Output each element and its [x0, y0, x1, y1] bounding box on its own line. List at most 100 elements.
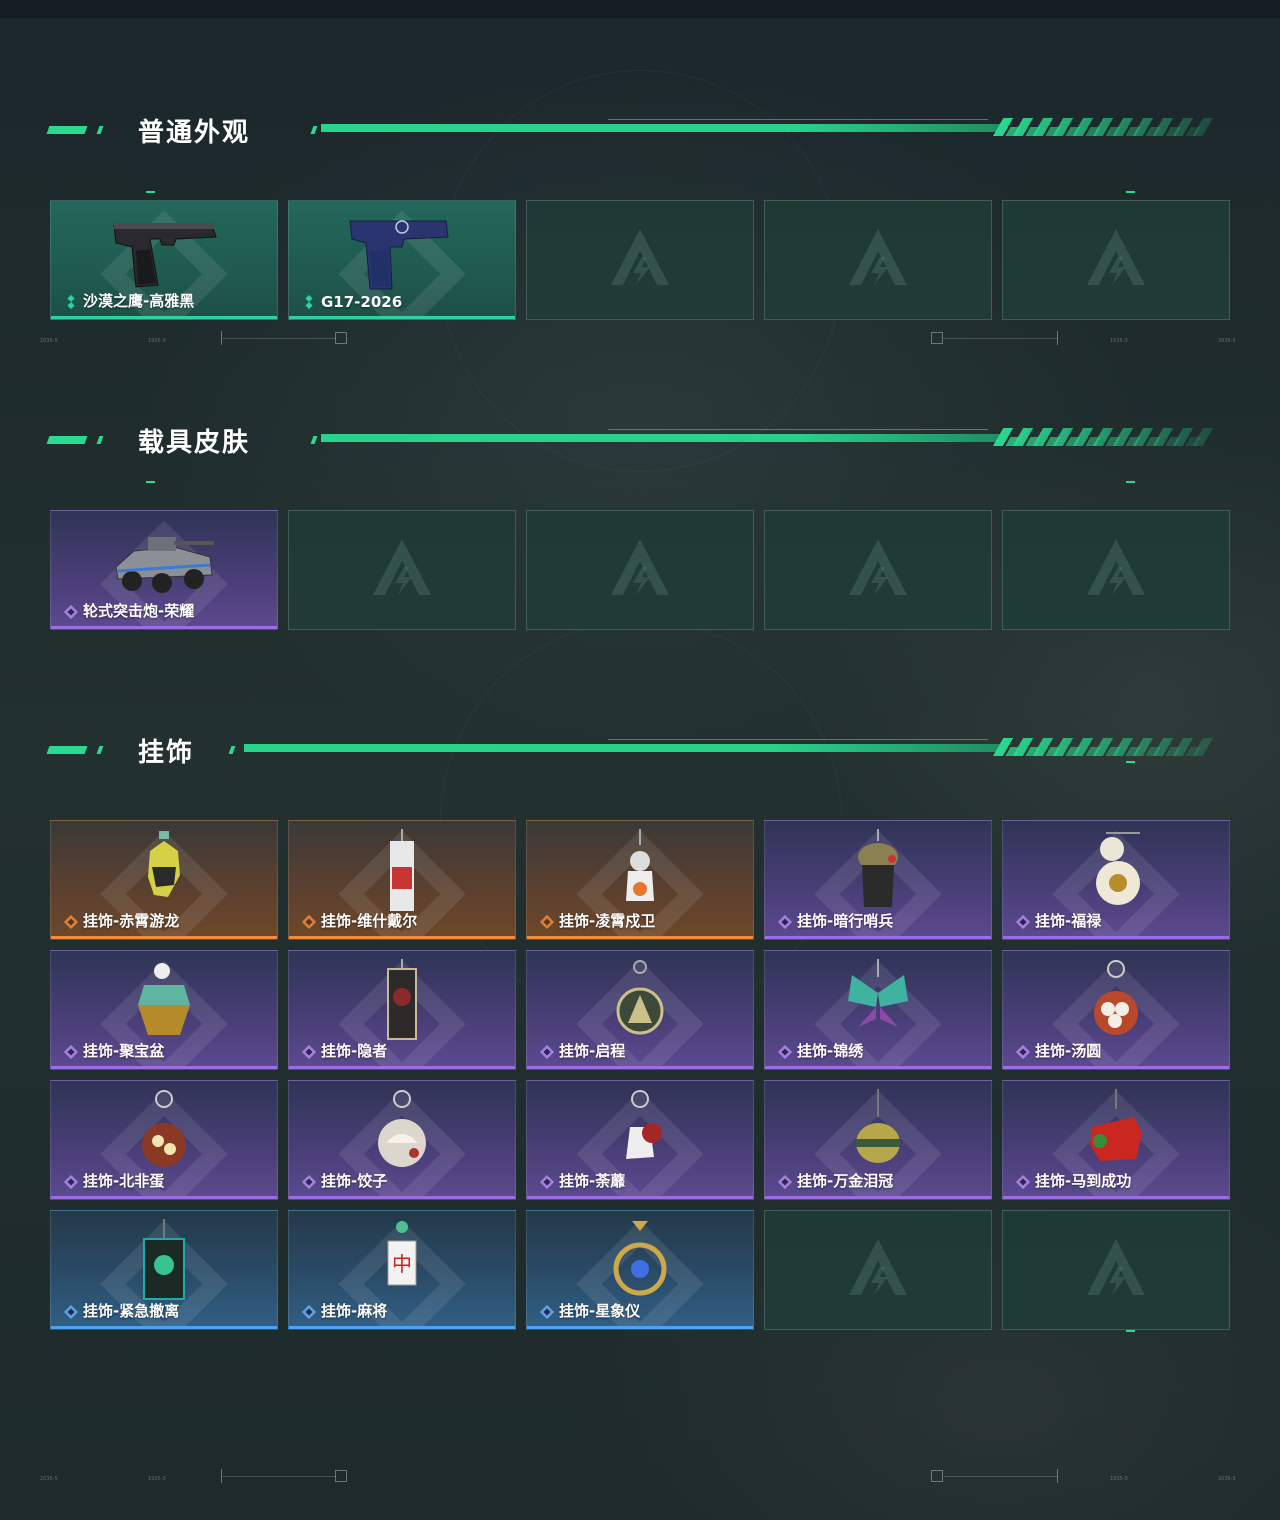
watermark-logo-icon	[611, 539, 669, 595]
hermit-card-charm-icon	[387, 959, 417, 1040]
watermark-logo	[843, 223, 913, 297]
section-header-line	[244, 744, 1001, 752]
section-title: 载具皮肤	[138, 428, 251, 458]
watermark-logo	[843, 533, 913, 607]
item-card[interactable]: 中挂饰-麻将	[288, 1210, 516, 1330]
item-card[interactable]: 挂饰-星象仪	[526, 1210, 754, 1330]
empty-slot	[764, 510, 992, 630]
dragon-charm-icon	[148, 831, 180, 897]
decorative-tick	[1057, 1469, 1058, 1483]
item-label: 挂饰-万金泪冠	[797, 1172, 894, 1190]
item-card[interactable]: 挂饰-万金泪冠	[764, 1080, 992, 1200]
item-card[interactable]: 挂饰-北非蛋	[50, 1080, 278, 1200]
decorative-marker	[146, 191, 155, 193]
item-card[interactable]: 挂饰-汤圆	[1002, 950, 1230, 1070]
item-card[interactable]: 挂饰-马到成功	[1002, 1080, 1230, 1200]
item-label: 挂饰-锦绣	[797, 1042, 864, 1060]
treasure-bowl-charm-icon	[138, 963, 190, 1035]
item-label: 挂饰-麻将	[321, 1302, 388, 1320]
rarity-underline	[289, 936, 515, 939]
decorative-line	[944, 1476, 1058, 1477]
rarity-underline	[51, 1196, 277, 1199]
horse-charm-icon	[1090, 1089, 1142, 1161]
astrolabe-charm-icon	[613, 1221, 667, 1296]
rarity-orange-icon	[539, 914, 555, 930]
empty-slot	[288, 510, 516, 630]
empty-slot	[1002, 200, 1230, 320]
item-card[interactable]: 挂饰-暗行哨兵	[764, 820, 992, 940]
rarity-purple-icon	[777, 1174, 793, 1190]
item-card[interactable]: 挂饰-福禄	[1002, 820, 1230, 940]
decorative-line	[222, 1476, 336, 1477]
rarity-blue-icon	[63, 1304, 79, 1320]
section-title: 普通外观	[138, 118, 251, 148]
empty-slot	[526, 510, 754, 630]
gourd-charm-icon	[1096, 832, 1140, 905]
watermark-logo	[605, 533, 675, 607]
item-card[interactable]: 挂饰-荼蘼	[526, 1080, 754, 1200]
item-label: G17-2026	[321, 293, 403, 311]
rarity-blue-icon	[539, 1304, 555, 1320]
item-card[interactable]: 挂饰-紧急撤离	[50, 1210, 278, 1330]
item-card[interactable]: 挂饰-锦绣	[764, 950, 992, 1070]
decorative-square	[931, 332, 943, 344]
decorative-marker	[1126, 481, 1135, 483]
item-label: 挂饰-汤圆	[1035, 1042, 1102, 1060]
rarity-purple-icon	[301, 1174, 317, 1190]
butterfly-charm-icon	[848, 959, 908, 1027]
rarity-underline	[765, 1066, 991, 1069]
rarity-underline	[1003, 936, 1229, 939]
rarity-purple-icon	[63, 1174, 79, 1190]
rarity-underline	[51, 936, 277, 939]
sentry-charm-icon	[858, 829, 898, 907]
watermark-logo	[367, 533, 437, 607]
item-label: 挂饰-聚宝盆	[83, 1042, 165, 1060]
item-card[interactable]: 挂饰-启程	[526, 950, 754, 1070]
rarity-purple-icon	[777, 914, 793, 930]
watermark-logo-icon	[1087, 229, 1145, 285]
item-label: 挂饰-启程	[559, 1042, 626, 1060]
rarity-green-icon	[305, 294, 313, 310]
section-header-line	[321, 124, 1001, 132]
item-label: 挂饰-福禄	[1035, 912, 1102, 930]
item-label: 挂饰-赤霄游龙	[83, 912, 180, 930]
item-label: 挂饰-隐者	[321, 1042, 388, 1060]
decorative-marker	[1126, 191, 1135, 193]
normal-skins-grid: 沙漠之鹰-高雅黑 G17-2026	[50, 200, 1230, 320]
decorative-square	[931, 1470, 943, 1482]
decorative-line	[222, 338, 336, 339]
item-card[interactable]: 挂饰-赤霄游龙	[50, 820, 278, 940]
item-label: 挂饰-荼蘼	[559, 1172, 626, 1190]
dumpling-charm-icon	[378, 1090, 426, 1167]
item-label: 轮式突击炮-荣耀	[83, 602, 195, 620]
rarity-green-icon	[67, 294, 75, 310]
checker-pattern	[995, 127, 1211, 136]
item-label: 挂饰-维什戴尔	[321, 912, 418, 930]
rarity-underline	[1003, 1196, 1229, 1199]
decorative-square	[335, 332, 347, 344]
item-card[interactable]: 沙漠之鹰-高雅黑	[50, 200, 278, 320]
watermark-logo-icon	[1087, 539, 1145, 595]
rarity-underline	[51, 316, 277, 319]
item-card[interactable]: 挂饰-饺子	[288, 1080, 516, 1200]
watermark-logo-icon	[373, 539, 431, 595]
watermark-logo-icon	[849, 229, 907, 285]
watermark-logo	[843, 1233, 913, 1307]
item-card[interactable]: G17-2026	[288, 200, 516, 320]
decorative-line	[944, 338, 1058, 339]
item-label: 挂饰-凌霄戍卫	[559, 912, 656, 930]
watermark-logo-icon	[849, 539, 907, 595]
item-card[interactable]: 轮式突击炮-荣耀	[50, 510, 278, 630]
desert-eagle-pistol-icon	[113, 223, 217, 288]
item-card[interactable]: 挂饰-隐者	[288, 950, 516, 1070]
rarity-underline	[1003, 1066, 1229, 1069]
item-card[interactable]: 挂饰-维什戴尔	[288, 820, 516, 940]
item-card[interactable]: 挂饰-聚宝盆	[50, 950, 278, 1070]
rarity-purple-icon	[777, 1044, 793, 1060]
mahjong-charm-icon: 中	[387, 1221, 417, 1286]
item-card[interactable]: 挂饰-凌霄戍卫	[526, 820, 754, 940]
rarity-underline	[289, 316, 515, 319]
rarity-orange-icon	[63, 914, 79, 930]
rarity-underline	[527, 1066, 753, 1069]
section-header-normal-skins: 普通外观	[46, 118, 1211, 148]
